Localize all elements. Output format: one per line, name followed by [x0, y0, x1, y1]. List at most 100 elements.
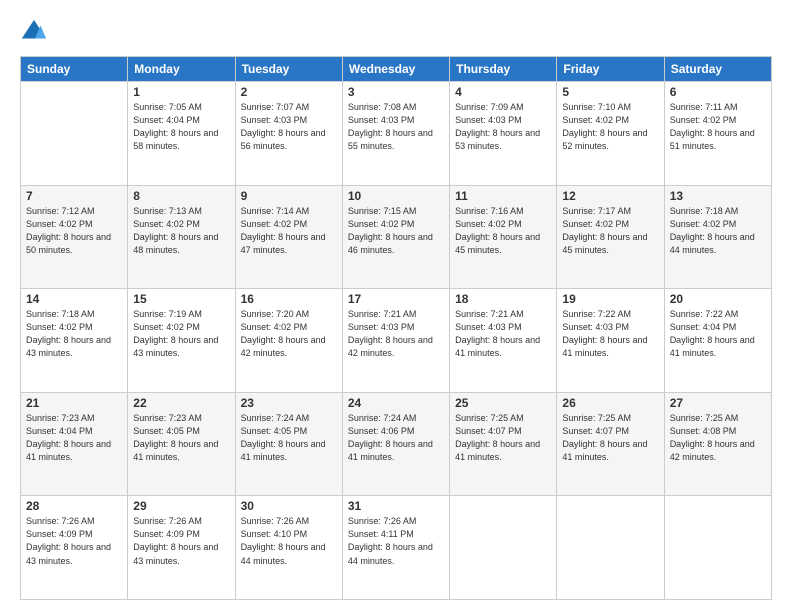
calendar-week-2: 14 Sunrise: 7:18 AMSunset: 4:02 PMDayligh…	[21, 289, 772, 393]
calendar-cell: 31 Sunrise: 7:26 AMSunset: 4:11 PMDayligh…	[342, 496, 449, 600]
calendar-cell: 1Sunrise: 7:05 AMSunset: 4:04 PMDaylight…	[128, 82, 235, 186]
weekday-header-tuesday: Tuesday	[235, 57, 342, 82]
day-info: Sunrise: 7:07 AMSunset: 4:03 PMDaylight:…	[241, 101, 337, 153]
calendar-cell: 20Sunrise: 7:22 AMSunset: 4:04 PMDayligh…	[664, 289, 771, 393]
day-number: 16	[241, 292, 337, 306]
day-info: Sunrise: 7:25 AMSunset: 4:07 PMDaylight:…	[455, 412, 551, 464]
calendar-cell: 19 Sunrise: 7:22 AMSunset: 4:03 PMDayligh…	[557, 289, 664, 393]
day-info: Sunrise: 7:11 AMSunset: 4:02 PMDaylight:…	[670, 101, 766, 153]
day-info: Sunrise: 7:12 AMSunset: 4:02 PMDaylight:…	[26, 205, 122, 257]
day-number: 4	[455, 85, 551, 99]
day-number: 23	[241, 396, 337, 410]
day-number: 5	[562, 85, 658, 99]
calendar-cell: 3 Sunrise: 7:08 AMSunset: 4:03 PMDaylight…	[342, 82, 449, 186]
day-info: Sunrise: 7:10 AMSunset: 4:02 PMDaylight:…	[562, 101, 658, 153]
calendar-cell: 8 Sunrise: 7:13 AMSunset: 4:02 PMDaylight…	[128, 185, 235, 289]
day-info: Sunrise: 7:23 AMSunset: 4:05 PMDaylight:…	[133, 412, 229, 464]
calendar-cell: 28 Sunrise: 7:26 AMSunset: 4:09 PMDayligh…	[21, 496, 128, 600]
calendar-cell: 6 Sunrise: 7:11 AMSunset: 4:02 PMDaylight…	[664, 82, 771, 186]
day-info: Sunrise: 7:17 AMSunset: 4:02 PMDaylight:…	[562, 205, 658, 257]
calendar-cell: 13Sunrise: 7:18 AMSunset: 4:02 PMDayligh…	[664, 185, 771, 289]
day-number: 7	[26, 189, 122, 203]
calendar-cell: 17 Sunrise: 7:21 AMSunset: 4:03 PMDayligh…	[342, 289, 449, 393]
day-number: 25	[455, 396, 551, 410]
day-number: 28	[26, 499, 122, 513]
day-number: 17	[348, 292, 444, 306]
day-number: 24	[348, 396, 444, 410]
calendar-cell: 14 Sunrise: 7:18 AMSunset: 4:02 PMDayligh…	[21, 289, 128, 393]
calendar-cell: 26 Sunrise: 7:25 AMSunset: 4:07 PMDayligh…	[557, 392, 664, 496]
day-info: Sunrise: 7:09 AMSunset: 4:03 PMDaylight:…	[455, 101, 551, 153]
day-info: Sunrise: 7:16 AMSunset: 4:02 PMDaylight:…	[455, 205, 551, 257]
day-number: 27	[670, 396, 766, 410]
day-info: Sunrise: 7:13 AMSunset: 4:02 PMDaylight:…	[133, 205, 229, 257]
calendar-cell: 2 Sunrise: 7:07 AMSunset: 4:03 PMDaylight…	[235, 82, 342, 186]
calendar-cell	[21, 82, 128, 186]
calendar-cell: 21Sunrise: 7:23 AMSunset: 4:04 PMDayligh…	[21, 392, 128, 496]
weekday-header-saturday: Saturday	[664, 57, 771, 82]
day-info: Sunrise: 7:26 AMSunset: 4:09 PMDaylight:…	[133, 515, 229, 567]
day-number: 15	[133, 292, 229, 306]
weekday-header-friday: Friday	[557, 57, 664, 82]
day-info: Sunrise: 7:08 AMSunset: 4:03 PMDaylight:…	[348, 101, 444, 153]
calendar-cell	[557, 496, 664, 600]
day-info: Sunrise: 7:19 AMSunset: 4:02 PMDaylight:…	[133, 308, 229, 360]
day-number: 10	[348, 189, 444, 203]
day-info: Sunrise: 7:21 AMSunset: 4:03 PMDaylight:…	[455, 308, 551, 360]
day-number: 2	[241, 85, 337, 99]
calendar-cell: 27 Sunrise: 7:25 AMSunset: 4:08 PMDayligh…	[664, 392, 771, 496]
day-info: Sunrise: 7:05 AMSunset: 4:04 PMDaylight:…	[133, 101, 229, 153]
calendar-cell	[450, 496, 557, 600]
day-info: Sunrise: 7:26 AMSunset: 4:11 PMDaylight:…	[348, 515, 444, 567]
logo	[20, 18, 52, 46]
calendar-cell: 10 Sunrise: 7:15 AMSunset: 4:02 PMDayligh…	[342, 185, 449, 289]
calendar-cell: 9Sunrise: 7:14 AMSunset: 4:02 PMDaylight…	[235, 185, 342, 289]
calendar: SundayMondayTuesdayWednesdayThursdayFrid…	[20, 56, 772, 600]
calendar-cell: 24 Sunrise: 7:24 AMSunset: 4:06 PMDayligh…	[342, 392, 449, 496]
day-info: Sunrise: 7:25 AMSunset: 4:08 PMDaylight:…	[670, 412, 766, 464]
day-info: Sunrise: 7:15 AMSunset: 4:02 PMDaylight:…	[348, 205, 444, 257]
day-info: Sunrise: 7:14 AMSunset: 4:02 PMDaylight:…	[241, 205, 337, 257]
calendar-cell: 12 Sunrise: 7:17 AMSunset: 4:02 PMDayligh…	[557, 185, 664, 289]
calendar-cell: 30Sunrise: 7:26 AMSunset: 4:10 PMDayligh…	[235, 496, 342, 600]
day-number: 13	[670, 189, 766, 203]
day-info: Sunrise: 7:26 AMSunset: 4:09 PMDaylight:…	[26, 515, 122, 567]
calendar-cell: 29 Sunrise: 7:26 AMSunset: 4:09 PMDayligh…	[128, 496, 235, 600]
day-info: Sunrise: 7:20 AMSunset: 4:02 PMDaylight:…	[241, 308, 337, 360]
day-info: Sunrise: 7:22 AMSunset: 4:03 PMDaylight:…	[562, 308, 658, 360]
weekday-header-thursday: Thursday	[450, 57, 557, 82]
calendar-week-0: 1Sunrise: 7:05 AMSunset: 4:04 PMDaylight…	[21, 82, 772, 186]
day-info: Sunrise: 7:24 AMSunset: 4:05 PMDaylight:…	[241, 412, 337, 464]
calendar-cell: 7 Sunrise: 7:12 AMSunset: 4:02 PMDaylight…	[21, 185, 128, 289]
page: SundayMondayTuesdayWednesdayThursdayFrid…	[0, 0, 792, 612]
day-number: 8	[133, 189, 229, 203]
day-number: 19	[562, 292, 658, 306]
calendar-cell: 16 Sunrise: 7:20 AMSunset: 4:02 PMDayligh…	[235, 289, 342, 393]
weekday-header-row: SundayMondayTuesdayWednesdayThursdayFrid…	[21, 57, 772, 82]
day-number: 12	[562, 189, 658, 203]
day-number: 14	[26, 292, 122, 306]
day-number: 29	[133, 499, 229, 513]
day-info: Sunrise: 7:18 AMSunset: 4:02 PMDaylight:…	[26, 308, 122, 360]
day-number: 21	[26, 396, 122, 410]
day-number: 22	[133, 396, 229, 410]
calendar-cell: 22 Sunrise: 7:23 AMSunset: 4:05 PMDayligh…	[128, 392, 235, 496]
calendar-cell: 11 Sunrise: 7:16 AMSunset: 4:02 PMDayligh…	[450, 185, 557, 289]
logo-icon	[20, 18, 48, 46]
day-info: Sunrise: 7:25 AMSunset: 4:07 PMDaylight:…	[562, 412, 658, 464]
calendar-cell: 18Sunrise: 7:21 AMSunset: 4:03 PMDayligh…	[450, 289, 557, 393]
day-info: Sunrise: 7:24 AMSunset: 4:06 PMDaylight:…	[348, 412, 444, 464]
day-number: 3	[348, 85, 444, 99]
weekday-header-sunday: Sunday	[21, 57, 128, 82]
day-number: 31	[348, 499, 444, 513]
day-number: 26	[562, 396, 658, 410]
day-number: 11	[455, 189, 551, 203]
day-number: 6	[670, 85, 766, 99]
day-info: Sunrise: 7:21 AMSunset: 4:03 PMDaylight:…	[348, 308, 444, 360]
weekday-header-wednesday: Wednesday	[342, 57, 449, 82]
calendar-cell: 4 Sunrise: 7:09 AMSunset: 4:03 PMDaylight…	[450, 82, 557, 186]
calendar-week-3: 21Sunrise: 7:23 AMSunset: 4:04 PMDayligh…	[21, 392, 772, 496]
calendar-week-4: 28 Sunrise: 7:26 AMSunset: 4:09 PMDayligh…	[21, 496, 772, 600]
day-number: 30	[241, 499, 337, 513]
weekday-header-monday: Monday	[128, 57, 235, 82]
